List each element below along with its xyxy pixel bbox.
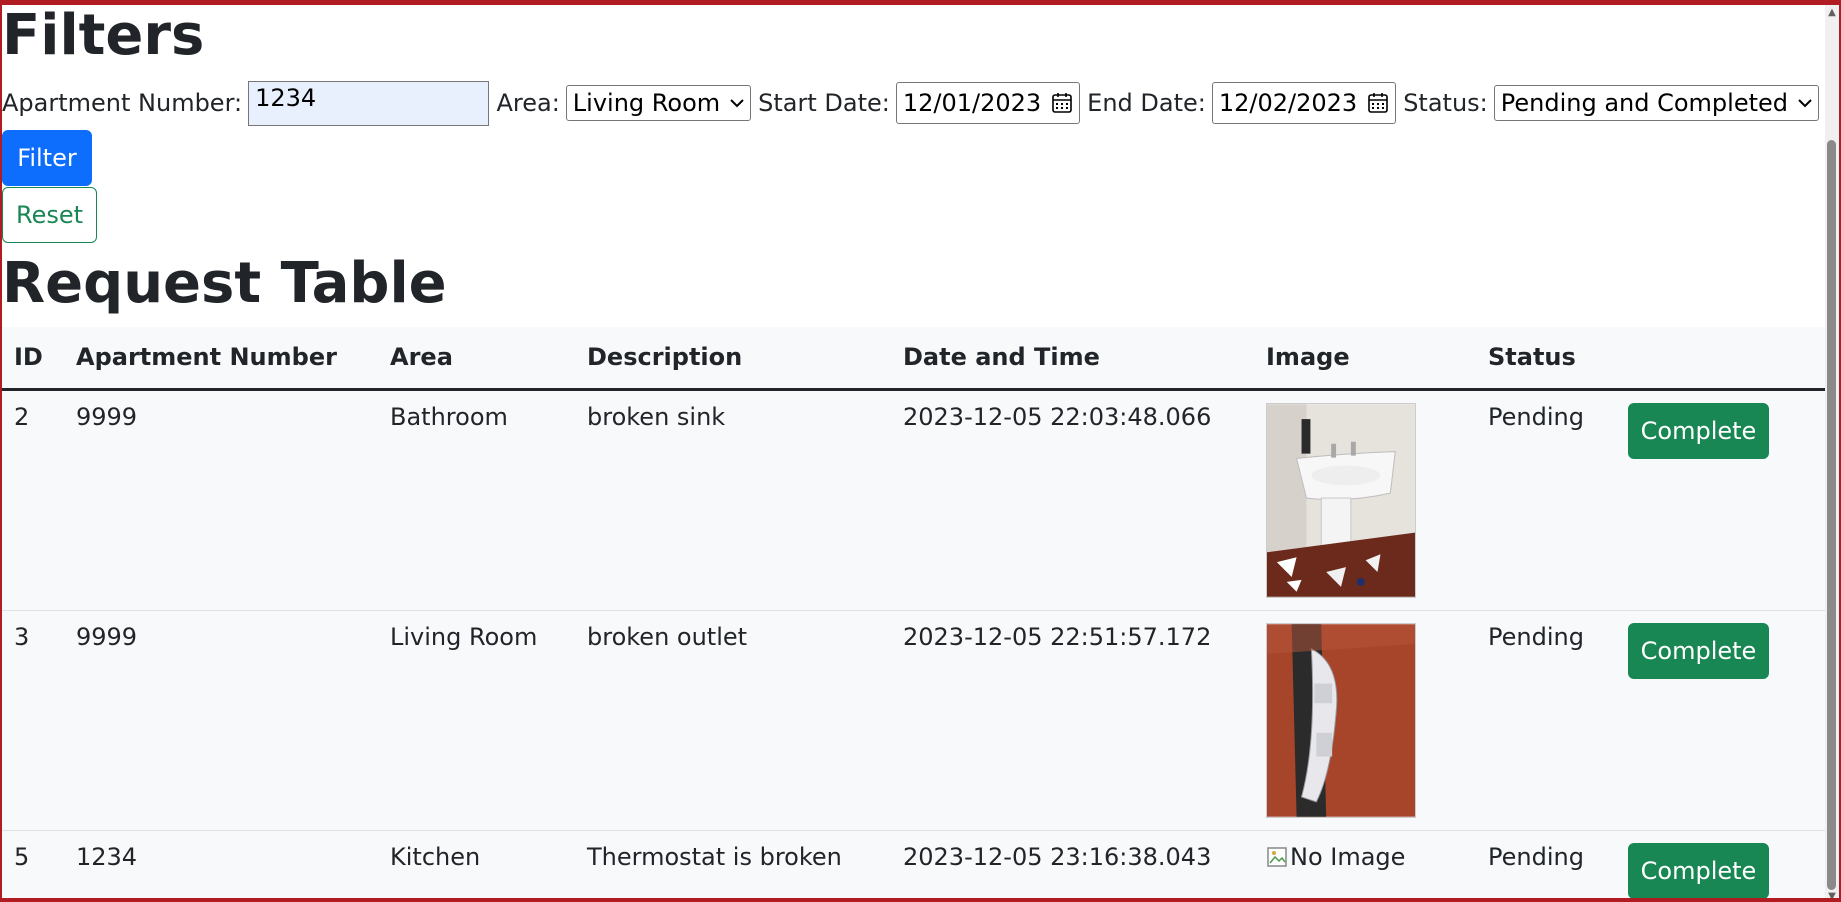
header-apartment-number: Apartment Number [64,327,378,391]
complete-button[interactable]: Complete [1628,842,1769,898]
start-date-value: 12/01/2023 [902,89,1042,117]
start-date-label: Start Date: [758,89,890,117]
browser-frame: Filters Apartment Number: 1234 Area: Liv… [0,0,1841,902]
cell-area: Living Room [378,610,575,831]
cell-action: Complete [1616,830,1826,898]
scroll-down-arrow-icon[interactable]: ▼ [1826,891,1838,898]
cell-action: Complete [1616,389,1826,611]
calendar-icon[interactable] [1367,92,1389,114]
status-select-value: Pending and Completed [1500,89,1788,117]
page-content: Filters Apartment Number: 1234 Area: Liv… [2,5,1826,898]
end-date-input[interactable]: 12/02/2023 [1211,82,1397,124]
header-date-time: Date and Time [891,327,1254,391]
header-area: Area [378,327,575,391]
header-id: ID [2,327,64,391]
area-select[interactable]: Living Room [565,85,752,121]
request-table: ID Apartment Number Area Description Dat… [2,327,1826,898]
chevron-down-icon [1798,99,1812,108]
cell-id: 5 [2,830,64,898]
header-action [1616,327,1826,391]
cell-status: Pending [1476,830,1616,898]
table-header-row: ID Apartment Number Area Description Dat… [2,327,1826,391]
scrollbar-thumb[interactable] [1827,140,1836,890]
cell-area: Kitchen [378,830,575,898]
reset-button[interactable]: Reset [2,187,97,243]
cell-apartment: 9999 [64,610,378,831]
cell-status: Pending [1476,389,1616,611]
cell-description: Thermostat is broken [575,830,891,898]
broken-sink-photo [1266,402,1416,598]
header-status: Status [1476,327,1616,391]
cell-datetime: 2023-12-05 22:03:48.066 [891,389,1254,611]
complete-button[interactable]: Complete [1628,622,1769,679]
filters-heading: Filters [2,5,205,68]
status-label: Status: [1403,89,1488,117]
filter-button[interactable]: Filter [2,130,92,186]
table-row: 3 9999 Living Room broken outlet 2023-12… [2,610,1826,831]
area-label: Area: [496,89,560,117]
cell-apartment: 1234 [64,830,378,898]
apartment-input[interactable]: 1234 [248,80,490,126]
cell-apartment: 9999 [64,389,378,611]
end-date-value: 12/02/2023 [1218,89,1358,117]
scroll-up-arrow-icon[interactable]: ▲ [1826,7,1838,19]
cell-status: Pending [1476,610,1616,831]
cell-id: 2 [2,389,64,611]
cell-datetime: 2023-12-05 22:51:57.172 [891,610,1254,831]
filter-form: Apartment Number: 1234 Area: Living Room… [2,80,1826,126]
missing-image: No Image [1266,843,1405,871]
complete-button[interactable]: Complete [1628,402,1769,459]
cell-id: 3 [2,610,64,831]
cell-image: No Image [1254,830,1476,898]
cell-description: broken outlet [575,610,891,831]
cell-area: Bathroom [378,389,575,611]
header-image: Image [1254,327,1476,391]
area-select-value: Living Room [572,89,721,117]
cell-image [1254,610,1476,831]
table-row: 2 9999 Bathroom broken sink 2023-12-05 2… [2,389,1826,611]
no-image-alt-text: No Image [1290,842,1406,871]
chevron-down-icon [730,99,744,108]
end-date-label: End Date: [1087,89,1206,117]
vertical-scrollbar[interactable]: ▲ ▼ [1825,5,1839,898]
broken-outlet-photo [1266,622,1416,818]
request-table-heading: Request Table [2,251,447,316]
cell-datetime: 2023-12-05 23:16:38.043 [891,830,1254,898]
table-row: 5 1234 Kitchen Thermostat is broken 2023… [2,830,1826,898]
broken-image-icon [1267,846,1287,867]
header-description: Description [575,327,891,391]
cell-action: Complete [1616,610,1826,831]
status-select[interactable]: Pending and Completed [1493,85,1819,121]
cell-description: broken sink [575,389,891,611]
calendar-icon[interactable] [1051,92,1073,114]
cell-image [1254,389,1476,611]
apartment-label: Apartment Number: [2,89,243,117]
start-date-input[interactable]: 12/01/2023 [895,82,1081,124]
